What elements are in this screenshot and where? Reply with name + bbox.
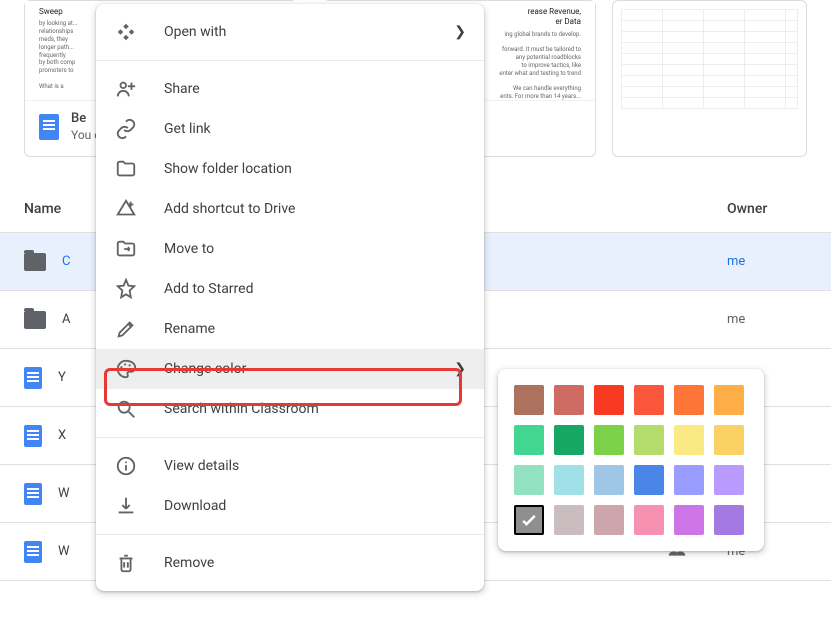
shortcut-icon	[114, 197, 138, 221]
color-swatch[interactable]	[514, 505, 544, 535]
docs-icon	[24, 483, 42, 505]
color-swatch[interactable]	[674, 505, 704, 535]
menu-open-with[interactable]: Open with ❯	[96, 12, 484, 52]
color-swatch[interactable]	[714, 425, 744, 455]
color-picker	[498, 369, 764, 551]
suggested-card[interactable]	[612, 0, 807, 157]
menu-label: Move to	[164, 241, 214, 257]
link-icon	[114, 117, 138, 141]
card-thumbnail	[621, 9, 798, 109]
menu-remove[interactable]: Remove	[96, 543, 484, 583]
file-owner: me	[727, 254, 807, 269]
rename-icon	[114, 317, 138, 341]
color-swatch[interactable]	[634, 425, 664, 455]
column-owner[interactable]: Owner	[727, 201, 807, 217]
color-swatch[interactable]	[714, 385, 744, 415]
menu-get-link[interactable]: Get link	[96, 109, 484, 149]
menu-separator	[96, 437, 484, 438]
color-swatch[interactable]	[514, 425, 544, 455]
color-swatch[interactable]	[554, 505, 584, 535]
color-swatch[interactable]	[634, 385, 664, 415]
open-with-icon	[114, 20, 138, 44]
trash-icon	[114, 551, 138, 575]
color-swatch[interactable]	[554, 425, 584, 455]
star-icon	[114, 277, 138, 301]
menu-label: Rename	[164, 321, 215, 337]
color-swatch[interactable]	[514, 465, 544, 495]
menu-label: Change color	[164, 361, 246, 377]
color-swatch[interactable]	[634, 465, 664, 495]
color-swatch[interactable]	[514, 385, 544, 415]
menu-label: Search within Classroom	[164, 401, 319, 417]
menu-add-starred[interactable]: Add to Starred	[96, 269, 484, 309]
chevron-right-icon: ❯	[454, 361, 466, 377]
color-swatch[interactable]	[674, 465, 704, 495]
docs-icon	[39, 114, 59, 140]
menu-label: Get link	[164, 121, 211, 137]
folder-icon	[114, 157, 138, 181]
move-icon	[114, 237, 138, 261]
color-swatch[interactable]	[634, 505, 664, 535]
menu-show-folder[interactable]: Show folder location	[96, 149, 484, 189]
info-icon	[114, 454, 138, 478]
menu-download[interactable]: Download	[96, 486, 484, 526]
menu-rename[interactable]: Rename	[96, 309, 484, 349]
color-swatch[interactable]	[714, 465, 744, 495]
menu-label: Show folder location	[164, 161, 292, 177]
color-swatch[interactable]	[594, 385, 624, 415]
color-swatch[interactable]	[674, 385, 704, 415]
menu-add-shortcut[interactable]: Add shortcut to Drive	[96, 189, 484, 229]
file-name-label: Y	[58, 370, 66, 385]
color-swatch[interactable]	[594, 465, 624, 495]
download-icon	[114, 494, 138, 518]
menu-label: Add to Starred	[164, 281, 253, 297]
docs-icon	[24, 425, 42, 447]
file-owner: me	[727, 312, 807, 327]
menu-label: View details	[164, 458, 239, 474]
file-name-label: A	[62, 312, 70, 327]
context-menu: Open with ❯ Share Get link Show folder l…	[96, 4, 484, 591]
color-swatch[interactable]	[554, 385, 584, 415]
color-swatch[interactable]	[554, 465, 584, 495]
menu-label: Share	[164, 81, 200, 97]
palette-icon	[114, 357, 138, 381]
menu-label: Remove	[164, 555, 214, 571]
search-icon	[114, 397, 138, 421]
menu-label: Open with	[164, 24, 226, 40]
file-name-label: W	[58, 486, 70, 501]
menu-share[interactable]: Share	[96, 69, 484, 109]
menu-move-to[interactable]: Move to	[96, 229, 484, 269]
menu-separator	[96, 60, 484, 61]
menu-label: Add shortcut to Drive	[164, 201, 295, 217]
file-name-label: X	[58, 428, 66, 443]
docs-icon	[24, 367, 42, 389]
folder-icon	[24, 253, 46, 271]
file-name-label: C	[62, 254, 70, 269]
file-name-label: W	[58, 544, 70, 559]
menu-search-classroom[interactable]: Search within Classroom	[96, 389, 484, 429]
color-swatch[interactable]	[594, 425, 624, 455]
menu-separator	[96, 534, 484, 535]
color-swatch[interactable]	[674, 425, 704, 455]
color-swatch[interactable]	[594, 505, 624, 535]
docs-icon	[24, 541, 42, 563]
share-icon	[114, 77, 138, 101]
color-swatch[interactable]	[714, 505, 744, 535]
folder-icon	[24, 311, 46, 329]
menu-change-color[interactable]: Change color ❯	[96, 349, 484, 389]
menu-view-details[interactable]: View details	[96, 446, 484, 486]
menu-label: Download	[164, 498, 226, 514]
chevron-right-icon: ❯	[454, 24, 466, 40]
